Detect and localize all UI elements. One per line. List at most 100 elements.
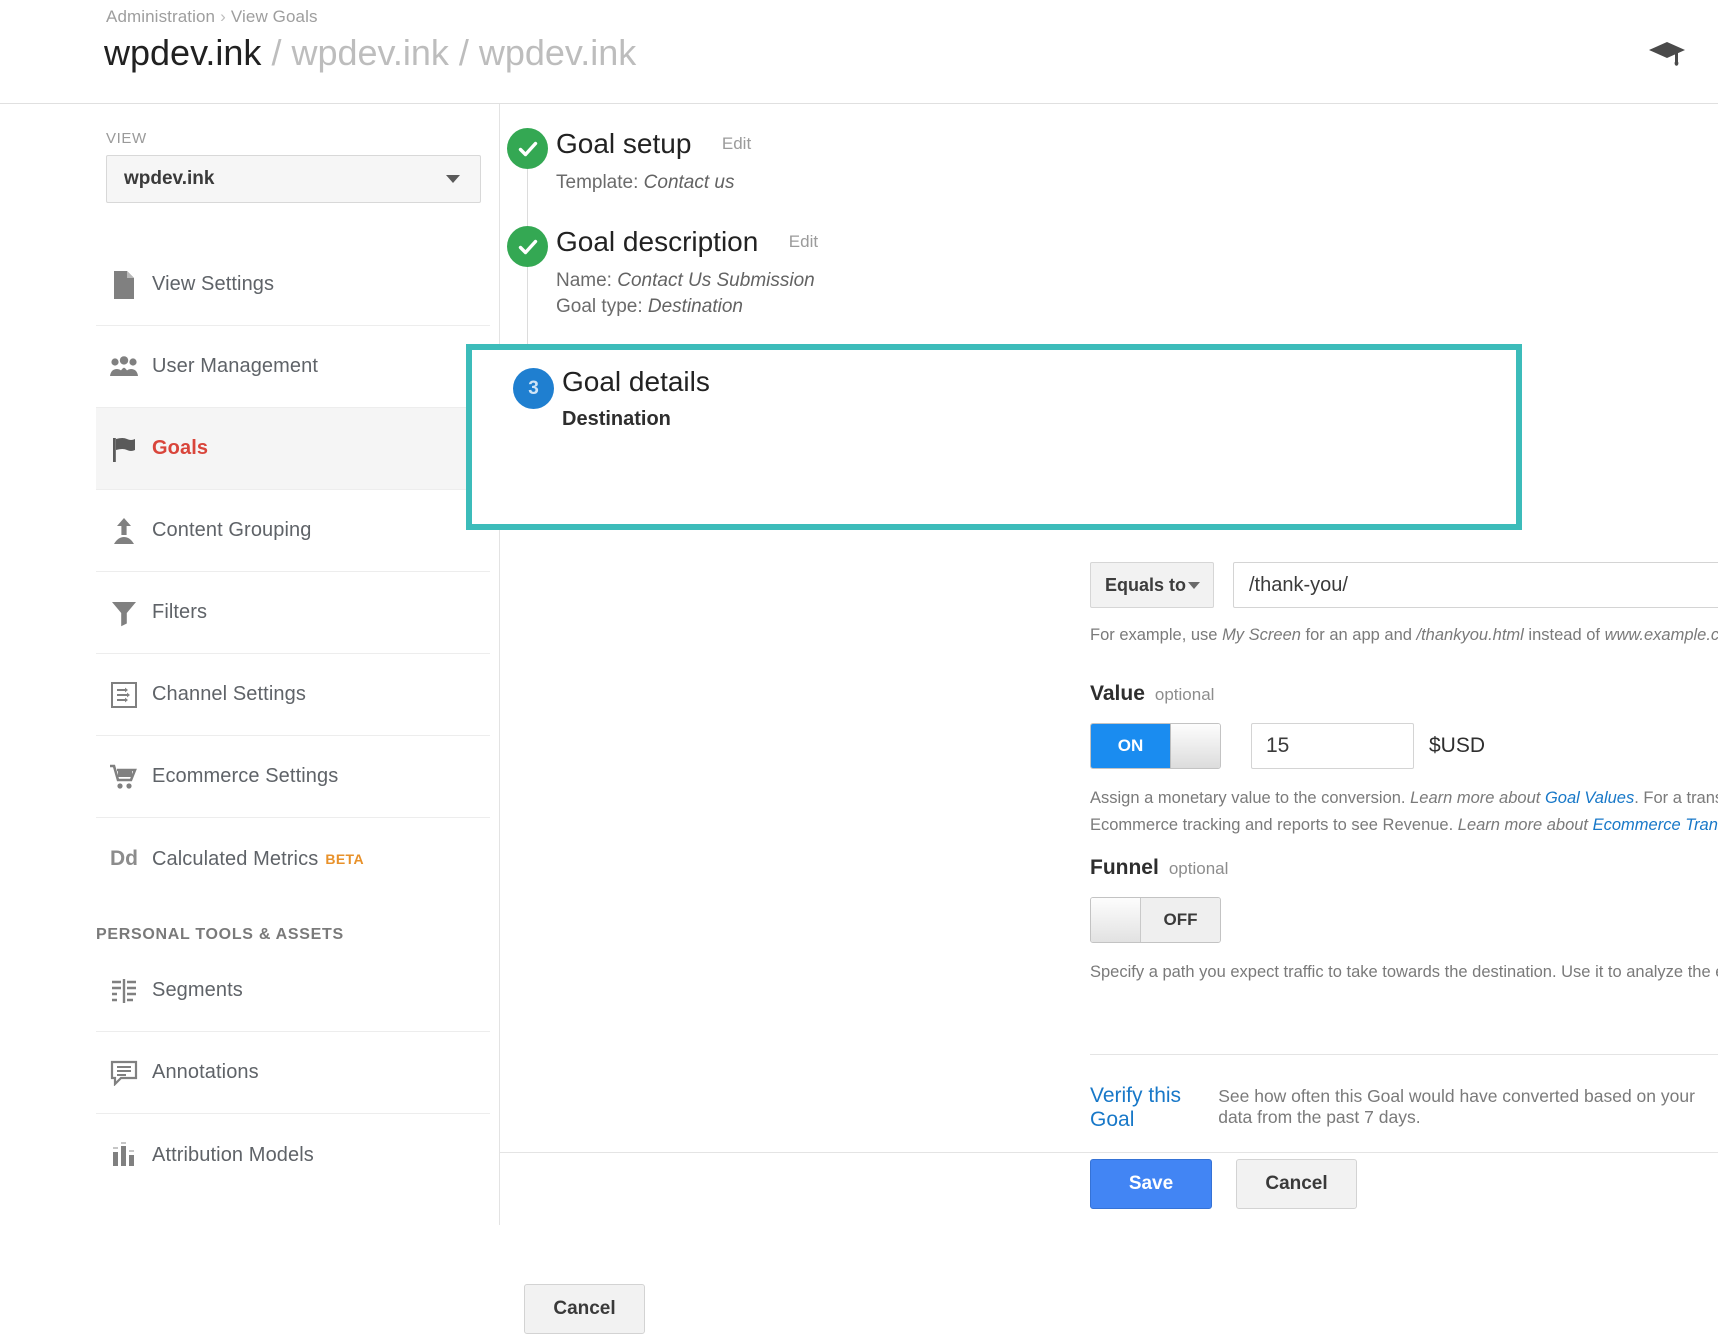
sidebar-item-content-grouping[interactable]: Content Grouping [96, 490, 490, 572]
admin-sidebar: VIEW wpdev.ink View Settings User Manage… [0, 104, 500, 1225]
goal-editor-panel: Goal setup Edit Template: Contact us Goa… [500, 104, 1718, 1225]
sidebar-item-view-settings[interactable]: View Settings [96, 244, 490, 326]
funnel-help-text: Specify a path you expect traffic to tak… [1090, 959, 1718, 986]
view-selector-value: wpdev.ink [124, 168, 214, 190]
segments-icon [96, 978, 152, 1004]
view-selector[interactable]: wpdev.ink [106, 155, 481, 203]
goal-description-meta: Name: Contact Us Submission Goal type: D… [556, 268, 818, 320]
sidebar-item-label: User Management [152, 355, 318, 378]
view-label: VIEW [106, 130, 147, 147]
sidebar-item-filters[interactable]: Filters [96, 572, 490, 654]
sidebar-item-label: Calculated Metrics [152, 848, 318, 871]
value-controls: ON $USD [1090, 723, 1718, 769]
sidebar-item-annotations[interactable]: Annotations [96, 1032, 490, 1114]
merge-arrows-icon [96, 516, 152, 546]
destination-help-text: For example, use My Screen for an app an… [1090, 622, 1718, 649]
ecommerce-transactions-link[interactable]: Ecommerce Transactions [1593, 816, 1718, 834]
flag-icon [96, 434, 152, 464]
users-icon [96, 356, 152, 378]
graduation-cap-icon[interactable] [1646, 38, 1688, 68]
match-type-select[interactable]: Equals to [1090, 562, 1214, 608]
sidebar-item-label: Channel Settings [152, 683, 306, 706]
beta-badge: BETA [325, 851, 364, 867]
goal-details-step-number: 3 [528, 378, 539, 400]
sidebar-item-segments[interactable]: Segments [96, 950, 490, 1032]
goal-description-edit-link[interactable]: Edit [789, 232, 818, 252]
verify-goal-link[interactable]: Verify this Goal [1090, 1084, 1193, 1132]
help-mid-2: instead of [1524, 626, 1605, 644]
help-emphasis-2: /thankyou.html [1417, 626, 1524, 644]
value-currency-label: $USD [1429, 734, 1485, 758]
verify-goal-row: Verify this Goal See how often this Goal… [1090, 1084, 1718, 1132]
help-emphasis-3: www.example.com/thankyou.html [1605, 626, 1718, 644]
goal-setup-status-icon [507, 128, 548, 169]
sidebar-item-label: Segments [152, 979, 243, 1002]
section-divider [1090, 1054, 1718, 1055]
document-icon [96, 270, 152, 300]
goal-value-section: Value optional ON $USD Assign a monetary … [1090, 682, 1718, 838]
goal-details-highlight-box: 3 Goal details Destination [466, 344, 1522, 530]
sidebar-item-calculated-metrics[interactable]: Dd Calculated Metrics BETA [96, 818, 490, 900]
chevron-down-icon [1188, 582, 1200, 589]
sidebar-item-goals[interactable]: Goals [96, 408, 490, 490]
goal-setup-edit-link[interactable]: Edit [722, 134, 751, 154]
breadcrumb-separator: › [215, 7, 231, 26]
verify-goal-description: See how often this Goal would have conve… [1218, 1086, 1718, 1128]
funnel-optional-tag: optional [1169, 859, 1229, 878]
chevron-down-icon [446, 175, 460, 183]
goal-type-value: Destination [648, 296, 743, 317]
bar-chart-icon [96, 1142, 152, 1168]
cancel-button[interactable]: Cancel [1236, 1159, 1357, 1209]
goal-values-link[interactable]: Goal Values [1545, 789, 1634, 807]
form-actions: Save Cancel [1090, 1159, 1357, 1209]
value-help-link-1-prefix: Learn more about [1410, 789, 1545, 807]
value-heading: Value optional [1090, 682, 1718, 706]
value-optional-tag: optional [1155, 685, 1215, 704]
value-help-text: Assign a monetary value to the conversio… [1090, 785, 1718, 838]
goal-type-label: Goal type: [556, 296, 643, 317]
funnel-toggle[interactable]: OFF [1090, 897, 1221, 943]
footer-cancel-button[interactable]: Cancel [524, 1284, 645, 1334]
breadcrumb-current[interactable]: View Goals [231, 7, 318, 26]
sidebar-item-label: Annotations [152, 1061, 259, 1084]
goal-description-title: Goal description [556, 226, 758, 258]
breadcrumb-root[interactable]: Administration [106, 7, 215, 26]
funnel-toggle-off-label: OFF [1141, 898, 1220, 942]
sidebar-item-label: Content Grouping [152, 519, 311, 542]
value-amount-input[interactable] [1251, 723, 1414, 769]
sidebar-section-header: PERSONAL TOOLS & ASSETS [96, 926, 490, 944]
funnel-heading: Funneloptional [1090, 856, 1718, 880]
page-header: Administration›View Goals wpdev.ink / wp… [0, 0, 1718, 104]
value-toggle-knob [1170, 724, 1220, 768]
sidebar-item-ecommerce-settings[interactable]: Ecommerce Settings [96, 736, 490, 818]
match-type-value: Equals to [1105, 575, 1186, 596]
destination-input[interactable] [1233, 562, 1718, 608]
goal-setup-step: Goal setup Edit Template: Contact us [500, 128, 751, 196]
breadcrumb: Administration›View Goals [106, 7, 318, 27]
goal-funnel-section: Funneloptional OFF Specify a path you ex… [1090, 856, 1718, 986]
funnel-toggle-knob [1091, 898, 1141, 942]
sidebar-item-attribution-models[interactable]: Attribution Models [96, 1114, 490, 1196]
sidebar-item-label: Ecommerce Settings [152, 765, 338, 788]
sidebar-item-user-management[interactable]: User Management [96, 326, 490, 408]
help-emphasis-1: My Screen [1222, 626, 1301, 644]
save-button[interactable]: Save [1090, 1159, 1212, 1209]
sidebar-item-channel-settings[interactable]: Channel Settings [96, 654, 490, 736]
page-title-account: wpdev.ink [104, 32, 261, 73]
goal-details-step-badge: 3 [513, 368, 554, 409]
comment-icon [96, 1060, 152, 1086]
goal-setup-meta: Template: Contact us [556, 170, 751, 196]
page-title-path: / wpdev.ink / wpdev.ink [271, 32, 636, 73]
destination-row: Equals to Case sensitive [1090, 562, 1718, 608]
value-help-part-1: Assign a monetary value to the conversio… [1090, 789, 1410, 807]
help-prefix: For example, use [1090, 626, 1222, 644]
channels-icon [96, 681, 152, 709]
goal-name-label: Name: [556, 270, 612, 291]
sidebar-item-label: Attribution Models [152, 1144, 314, 1167]
sidebar-nav: View Settings User Management Goals [96, 244, 490, 1196]
dd-icon: Dd [96, 847, 152, 871]
value-label: Value [1090, 682, 1145, 705]
value-toggle[interactable]: ON [1090, 723, 1221, 769]
funnel-controls: OFF [1090, 897, 1718, 943]
goal-setup-title: Goal setup [556, 128, 691, 160]
